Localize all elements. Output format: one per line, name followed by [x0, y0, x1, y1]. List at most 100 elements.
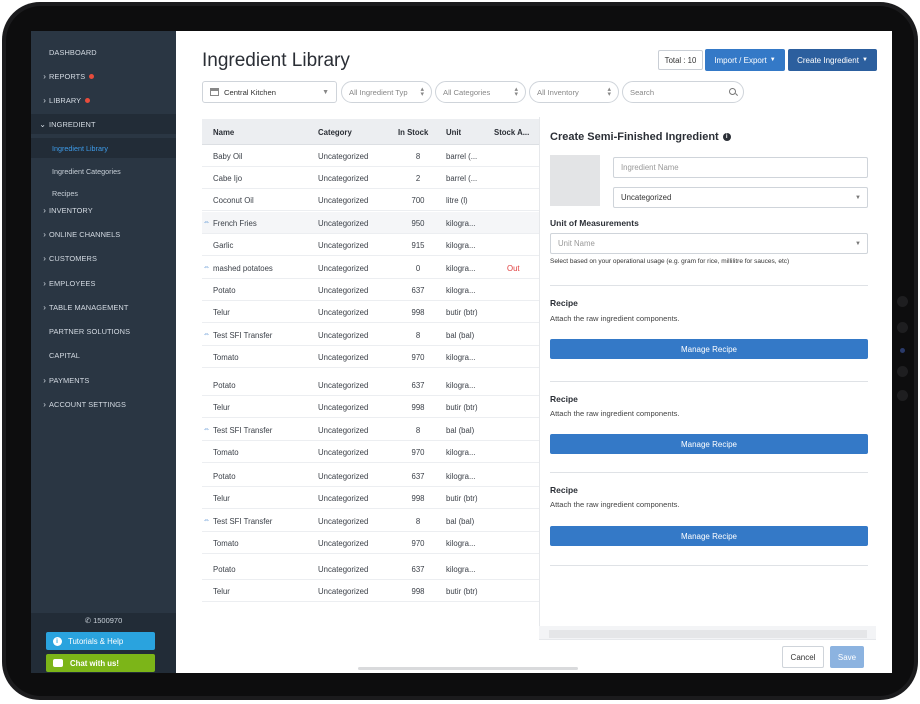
sidebar-item-label: REPORTS [49, 71, 86, 81]
sidebar-item-employees[interactable]: › EMPLOYEES [31, 273, 176, 293]
column-header-unit[interactable]: Unit [446, 128, 461, 137]
table-row[interactable]: Cabe Ijo Uncategorized 2 barrel (... [202, 167, 539, 189]
sidebar-item-dashboard[interactable]: DASHBOARD [31, 42, 176, 62]
scroll-track[interactable] [549, 630, 867, 638]
categories-select[interactable]: All Categories ▴ ▾ [435, 81, 526, 103]
recipe-title: Recipe [550, 485, 578, 495]
column-header-name[interactable]: Name [213, 128, 234, 137]
chat-button[interactable]: Chat with us! [46, 654, 155, 672]
column-header-in-stock[interactable]: In Stock [398, 128, 428, 137]
cell-category: Uncategorized [318, 264, 369, 273]
manage-recipe-button[interactable]: Manage Recipe [550, 434, 868, 454]
kitchen-select[interactable]: Central Kitchen ▼ [202, 81, 337, 103]
category-select[interactable]: Uncategorized ▼ [613, 187, 868, 208]
table-row[interactable]: Coconut Oil Uncategorized 700 litre (l) [202, 189, 539, 211]
cancel-button[interactable]: Cancel [782, 646, 824, 668]
sidebar-item-reports[interactable]: › REPORTS [31, 66, 176, 86]
table-row[interactable]: Garlic Uncategorized 915 kilogra... [202, 234, 539, 256]
table-row[interactable]: Telur Uncategorized 998 butir (btr) [202, 487, 539, 509]
tutorials-help-button[interactable]: i Tutorials & Help [46, 632, 155, 650]
cell-in-stock: 915 [411, 241, 425, 250]
manage-recipe-button[interactable]: Manage Recipe [550, 339, 868, 359]
sidebar-item-customers[interactable]: › CUSTOMERS [31, 248, 176, 268]
caret-down-icon: ▼ [861, 57, 868, 63]
sidebar-item-label: INVENTORY [49, 205, 93, 215]
cell-in-stock: 2 [415, 174, 421, 183]
create-ingredient-button[interactable]: Create Ingredient ▼ [788, 49, 877, 71]
ingredient-type-select[interactable]: All Ingredient Typ ▴ ▾ [341, 81, 432, 103]
recipe-subtitle: Attach the raw ingredient components. [550, 500, 680, 509]
sidebar-item-partner-solutions[interactable]: PARTNER SOLUTIONS [31, 321, 176, 341]
cell-in-stock: 998 [411, 494, 425, 503]
table-row[interactable]: ⇔ French Fries Uncategorized 950 kilogra... [202, 212, 539, 234]
save-button[interactable]: Save [830, 646, 864, 668]
sidebar-item-ingredient[interactable]: ⌄ INGREDIENT [31, 114, 176, 134]
cell-name: Tomato [213, 539, 239, 548]
chevron-right-icon: › [43, 399, 46, 409]
info-icon[interactable]: i [722, 133, 731, 141]
column-header-stock-alert[interactable]: Stock A... [494, 128, 529, 137]
import-export-label: Import / Export [714, 55, 767, 65]
cell-name: Telur [213, 403, 230, 412]
cell-category: Uncategorized [318, 241, 369, 250]
cell-name: Telur [213, 587, 230, 596]
table-row[interactable]: ⇔ mashed potatoes Uncategorized 0 kilogra...… [202, 257, 539, 279]
sidebar-item-label: TABLE MANAGEMENT [49, 302, 129, 312]
table-row[interactable]: Potato Uncategorized 637 kilogra... [202, 279, 539, 301]
sidebar-item-payments[interactable]: › PAYMENTS [31, 370, 176, 390]
table-row[interactable]: Tomato Uncategorized 970 kilogra... [202, 346, 539, 368]
cell-category: Uncategorized [318, 539, 369, 548]
import-export-button[interactable]: Import / Export ▼ [705, 49, 785, 71]
table-row[interactable]: ⇔ Test SFI Transfer Uncategorized 8 bal (bal… [202, 510, 539, 532]
chevron-down-icon: ⌄ [39, 119, 46, 129]
cell-name: Test SFI Transfer [213, 426, 273, 435]
divider [550, 285, 868, 286]
sidebar-subitem-ingredient-library[interactable]: Ingredient Library [31, 138, 176, 158]
uom-label: Unit of Measurements [550, 218, 639, 228]
sidebar-item-table-management[interactable]: › TABLE MANAGEMENT [31, 297, 176, 317]
sidebar-item-inventory[interactable]: › INVENTORY [31, 200, 176, 220]
chevron-right-icon: › [43, 278, 46, 288]
unit-name-placeholder: Unit Name [558, 239, 595, 248]
ingredient-name-input[interactable]: Ingredient Name [613, 157, 868, 178]
unit-name-select[interactable]: Unit Name ▼ [550, 233, 868, 254]
table-row[interactable]: Tomato Uncategorized 970 kilogra... [202, 441, 539, 463]
cell-in-stock: 970 [411, 539, 425, 548]
table-row[interactable]: Potato Uncategorized 637 kilogra... [202, 374, 539, 396]
sidebar-subitem-ingredient-categories[interactable]: Ingredient Categories [31, 161, 176, 181]
sidebar-item-account-settings[interactable]: › ACCOUNT SETTINGS [31, 394, 176, 414]
ingredient-table: Name Category In Stock Unit Stock A... B… [202, 117, 539, 673]
sidebar-item-label: CAPITAL [49, 350, 80, 360]
link-icon: ⇔ [203, 264, 210, 271]
column-header-category[interactable]: Category [318, 128, 352, 137]
table-row[interactable]: ⇔ Test SFI Transfer Uncategorized 8 bal (bal… [202, 324, 539, 346]
recipe-title: Recipe [550, 394, 578, 404]
cell-name: Tomato [213, 353, 239, 362]
table-row[interactable]: Telur Uncategorized 998 butir (btr) [202, 301, 539, 323]
cell-name: Telur [213, 494, 230, 503]
caret-down-icon: ▼ [855, 194, 861, 201]
table-row[interactable]: Telur Uncategorized 998 butir (btr) [202, 396, 539, 418]
sidebar-item-library[interactable]: › LIBRARY [31, 90, 176, 110]
chevron-right-icon: › [43, 253, 46, 263]
cell-category: Uncategorized [318, 472, 369, 481]
inventory-select[interactable]: All Inventory ▴ ▾ [529, 81, 619, 103]
table-row[interactable]: ⇔ Test SFI Transfer Uncategorized 8 bal (bal… [202, 419, 539, 441]
table-row[interactable]: Tomato Uncategorized 970 kilogra... [202, 532, 539, 554]
link-icon: ⇔ [203, 331, 210, 338]
table-row[interactable]: Potato Uncategorized 637 kilogra... [202, 558, 539, 580]
select-arrows-icon: ▴ ▾ [607, 86, 611, 98]
image-upload-placeholder[interactable] [550, 155, 600, 206]
table-row[interactable]: Potato Uncategorized 637 kilogra... [202, 465, 539, 487]
search-input[interactable]: Search [622, 81, 744, 103]
manage-recipe-button[interactable]: Manage Recipe [550, 526, 868, 546]
sidebar-item-online-channels[interactable]: › ONLINE CHANNELS [31, 224, 176, 244]
cell-unit: butir (btr) [446, 308, 478, 317]
sidebar-item-label: LIBRARY [49, 95, 82, 105]
category-select-value: Uncategorized [621, 193, 672, 202]
ingredient-type-value: All Ingredient Typ [349, 87, 408, 97]
side-button-icon [897, 366, 908, 377]
table-row[interactable]: Telur Uncategorized 998 butir (btr) [202, 580, 539, 602]
sidebar-item-capital[interactable]: CAPITAL [31, 345, 176, 365]
table-row[interactable]: Baby Oil Uncategorized 8 barrel (... [202, 145, 539, 167]
